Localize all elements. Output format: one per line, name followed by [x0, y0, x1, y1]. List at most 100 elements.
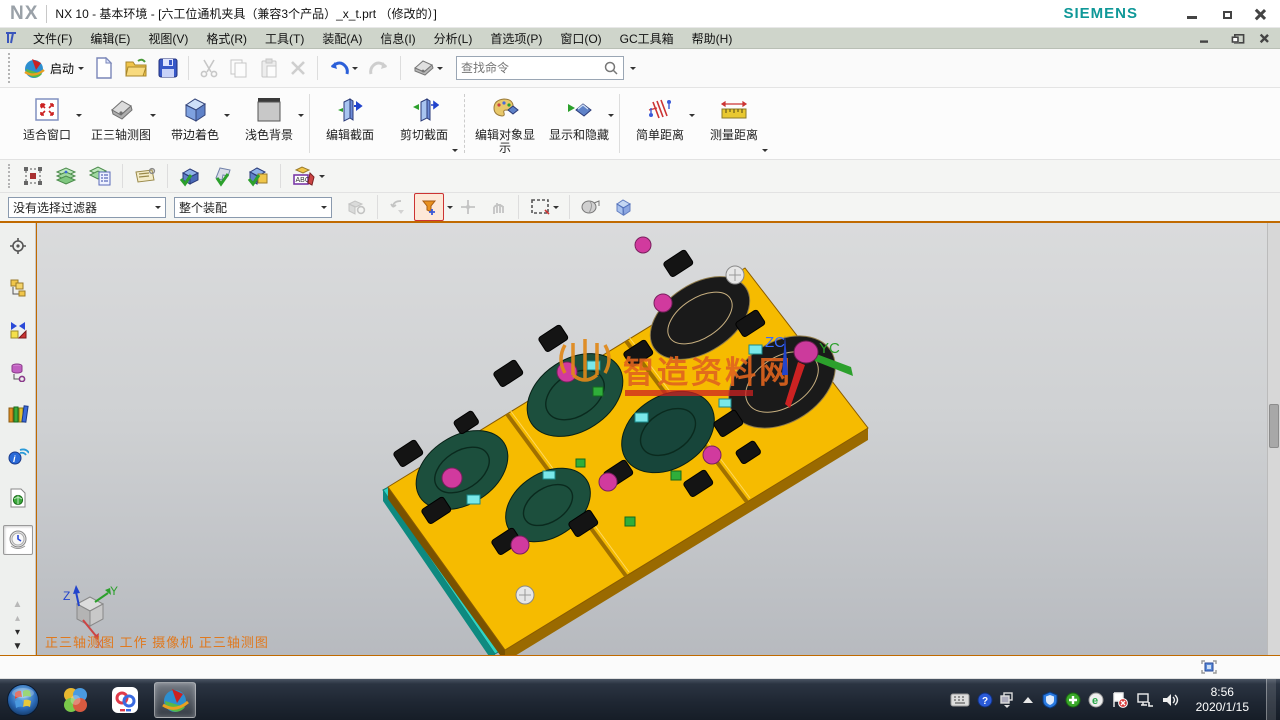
- save-button[interactable]: [154, 56, 182, 80]
- chevron-down-icon[interactable]: [762, 149, 768, 155]
- isometric-view-button[interactable]: 正三轴测图: [84, 88, 158, 159]
- rectangle-select-button[interactable]: [525, 194, 563, 220]
- light-background-button[interactable]: 浅色背景: [232, 88, 306, 159]
- layers-button[interactable]: [50, 162, 82, 190]
- chevron-down-icon[interactable]: [76, 114, 82, 120]
- menu-help[interactable]: 帮助(H): [683, 28, 742, 49]
- chevron-down-icon[interactable]: [298, 114, 304, 120]
- chevron-down-icon[interactable]: [224, 114, 230, 120]
- action-center-icon[interactable]: [1111, 692, 1129, 708]
- help-tray-icon[interactable]: ?: [977, 692, 993, 708]
- network-icon[interactable]: [1136, 692, 1154, 708]
- selection-scope-dropdown[interactable]: 整个装配: [174, 197, 332, 218]
- menu-view[interactable]: 视图(V): [139, 28, 197, 49]
- annotation-note-button[interactable]: [129, 163, 161, 189]
- undo-button[interactable]: [324, 56, 362, 80]
- previous-selection-button[interactable]: [384, 194, 412, 220]
- start-button[interactable]: [4, 681, 42, 719]
- scrollbar-thumb[interactable]: [1269, 404, 1279, 448]
- chevron-down-icon[interactable]: [150, 114, 156, 120]
- chevron-down-icon[interactable]: [452, 149, 458, 155]
- taskbar-nx-button[interactable]: [154, 682, 196, 718]
- graphics-viewport[interactable]: 智造资料网 ZC YC: [36, 223, 1280, 655]
- chevron-down-icon[interactable]: [447, 206, 453, 212]
- shaded-with-edges-button[interactable]: 带边着色: [158, 88, 232, 159]
- point-constructor-button[interactable]: [454, 194, 482, 220]
- clip-section-button[interactable]: 剪切截面: [387, 88, 461, 159]
- new-file-button[interactable]: [90, 55, 118, 81]
- delete-button[interactable]: [285, 57, 311, 79]
- input-method-icon[interactable]: [950, 693, 970, 707]
- move-object-button[interactable]: [18, 162, 48, 190]
- check-mate-button[interactable]: [208, 162, 240, 190]
- menubar-restore-button[interactable]: [1223, 32, 1245, 45]
- scroll-up-button[interactable]: ▴: [15, 613, 20, 627]
- show-hide-button[interactable]: 显示和隐藏: [542, 88, 616, 159]
- menu-gc-toolbox[interactable]: GC工具箱: [611, 28, 683, 49]
- check-assembly-button[interactable]: [242, 162, 274, 190]
- redo-button[interactable]: [364, 56, 394, 80]
- hand-pan-button[interactable]: [484, 194, 512, 220]
- security-shield-icon[interactable]: [1042, 691, 1058, 709]
- show-desktop-button[interactable]: [1266, 679, 1276, 720]
- scroll-down-button[interactable]: ▾: [15, 627, 20, 641]
- menu-edit[interactable]: 编辑(E): [81, 28, 139, 49]
- selection-filter-dropdown[interactable]: 没有选择过滤器: [8, 197, 166, 218]
- menu-preferences[interactable]: 首选项(P): [481, 28, 551, 49]
- fit-window-button[interactable]: 适合窗口: [10, 88, 84, 159]
- copy-button[interactable]: [225, 56, 253, 80]
- close-button[interactable]: [1246, 4, 1274, 24]
- menu-file[interactable]: 文件(F): [24, 28, 81, 49]
- snap-point-filter-button[interactable]: [414, 193, 444, 221]
- menubar-close-button[interactable]: [1253, 32, 1275, 45]
- menu-format[interactable]: 格式(R): [197, 28, 256, 49]
- chevron-down-icon[interactable]: [689, 114, 695, 120]
- minimize-button[interactable]: [1178, 4, 1206, 24]
- viewport-scrollbar[interactable]: [1267, 223, 1280, 655]
- search-options-caret[interactable]: [630, 67, 636, 73]
- history-palette-icon[interactable]: [3, 525, 33, 555]
- paste-button[interactable]: [255, 56, 283, 80]
- menubar-minimize-button[interactable]: [1193, 32, 1215, 45]
- taskbar-netdisk-button[interactable]: [104, 682, 146, 718]
- measure-distance-button[interactable]: 测量距离: [697, 88, 771, 159]
- constraint-navigator-icon[interactable]: [3, 315, 33, 345]
- edit-section-button[interactable]: 编辑截面: [313, 88, 387, 159]
- show-hidden-icons[interactable]: [1021, 695, 1035, 705]
- chevron-down-icon[interactable]: [319, 175, 325, 181]
- chevron-down-icon[interactable]: [608, 114, 614, 120]
- menu-tools[interactable]: 工具(T): [256, 28, 313, 49]
- history-books-icon[interactable]: [3, 399, 33, 429]
- search-icon[interactable]: [603, 60, 619, 76]
- window-switch-icon[interactable]: [1000, 692, 1014, 708]
- download-manager-icon[interactable]: [1065, 692, 1081, 708]
- edit-object-display-button[interactable]: 编辑对象显示: [468, 88, 542, 159]
- cut-button[interactable]: [195, 56, 223, 80]
- command-search[interactable]: [456, 56, 624, 80]
- menu-analysis[interactable]: 分析(L): [425, 28, 482, 49]
- taskbar-clock[interactable]: 8:56 2020/1/15: [1186, 685, 1259, 715]
- find-component-button[interactable]: [341, 193, 371, 221]
- web-browser-icon[interactable]: [3, 483, 33, 513]
- roles-icon[interactable]: [3, 231, 33, 261]
- internet-info-icon[interactable]: i: [3, 441, 33, 471]
- menu-assemblies[interactable]: 装配(A): [313, 28, 371, 49]
- object-name-display-button[interactable]: ABC: [287, 162, 329, 190]
- menu-information[interactable]: 信息(I): [371, 28, 424, 49]
- render-style-button[interactable]: [407, 56, 447, 80]
- search-input[interactable]: [461, 61, 603, 75]
- check-block-button[interactable]: [174, 162, 206, 190]
- toolbar-drag-handle[interactable]: [8, 53, 13, 83]
- wireframe-display-button[interactable]: [608, 194, 638, 220]
- simple-distance-button[interactable]: 简单距离: [623, 88, 697, 159]
- reuse-library-icon[interactable]: [3, 357, 33, 387]
- assembly-navigator-icon[interactable]: [3, 273, 33, 303]
- open-file-button[interactable]: [120, 56, 152, 80]
- layer-settings-button[interactable]: [84, 162, 116, 190]
- volume-icon[interactable]: [1161, 692, 1179, 708]
- scroll-bottom-button[interactable]: ▼: [13, 641, 23, 655]
- shaded-display-button[interactable]: [576, 194, 606, 220]
- menu-window[interactable]: 窗口(O): [551, 28, 610, 49]
- start-menu-button[interactable]: 启动: [18, 54, 88, 82]
- toolbar-drag-handle[interactable]: [8, 164, 13, 188]
